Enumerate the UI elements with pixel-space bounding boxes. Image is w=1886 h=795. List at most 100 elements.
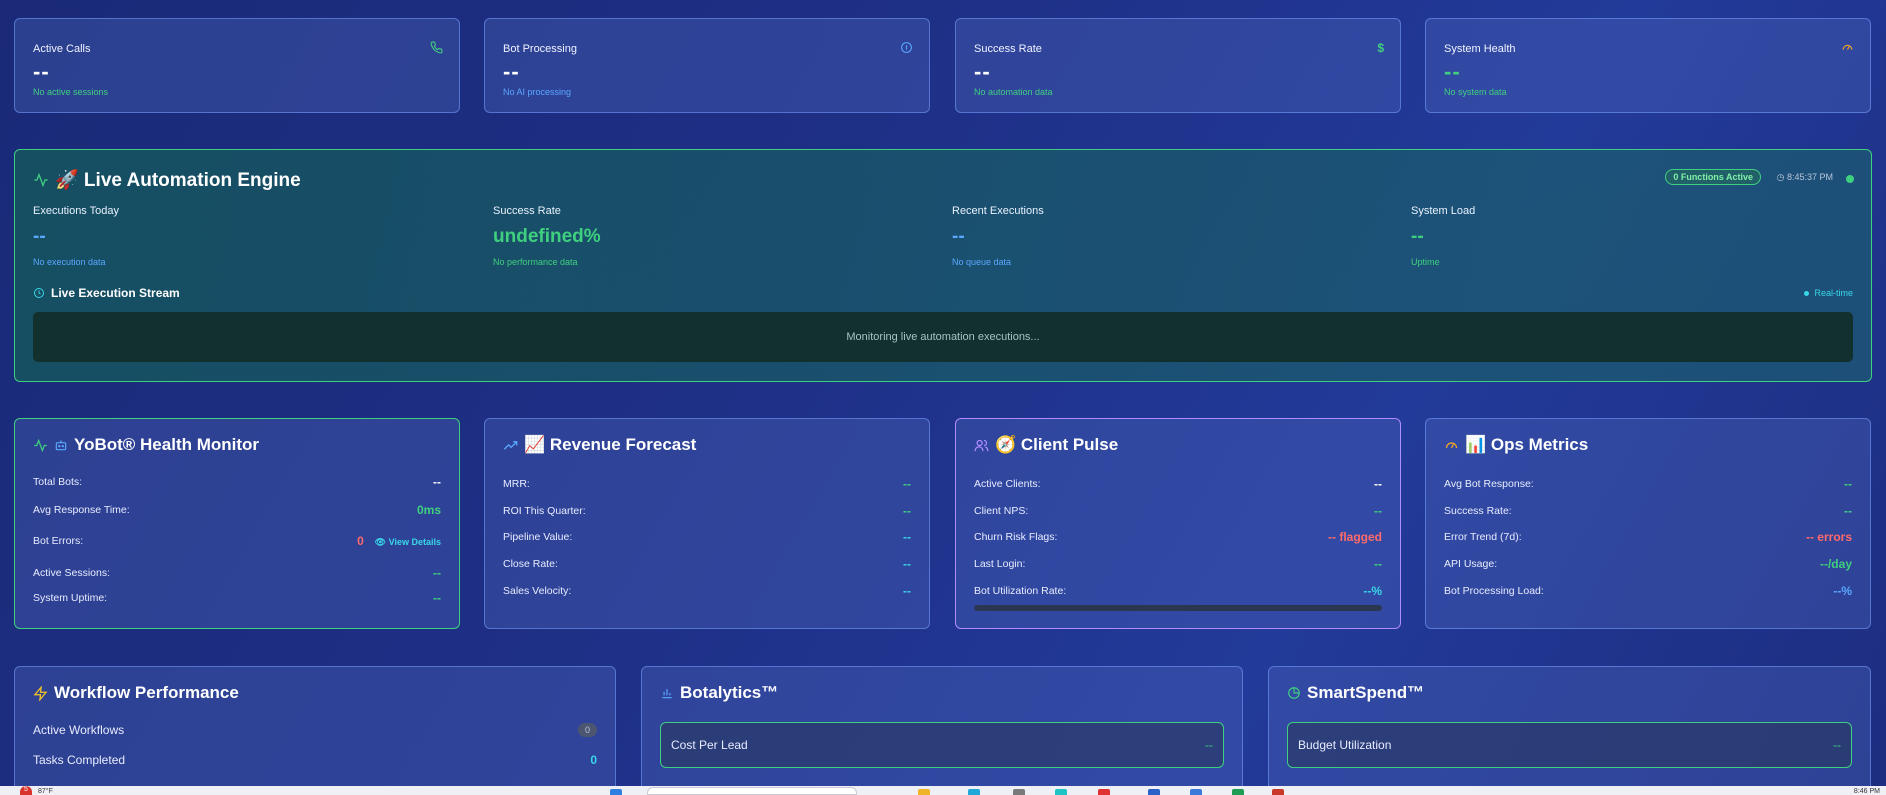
- windows-start-icon[interactable]: [610, 789, 622, 795]
- activity-icon: [33, 438, 48, 453]
- row-value: --%: [1833, 584, 1852, 598]
- stat-sub: No system data: [1444, 87, 1507, 97]
- taskbar-app-icon[interactable]: [1098, 789, 1110, 795]
- taskbar-app-icon[interactable]: [1013, 789, 1025, 795]
- metric-sub: No performance data: [493, 257, 578, 267]
- health-row-system-uptime: System Uptime: --: [33, 591, 441, 605]
- box-label: Cost Per Lead: [671, 738, 748, 752]
- ops-row-api-usage: API Usage: --/day: [1444, 557, 1852, 571]
- dollar-icon: $: [1377, 41, 1384, 55]
- health-title: YoBot® Health Monitor: [74, 435, 260, 454]
- info-icon: [900, 41, 913, 54]
- live-status-dot: [1846, 175, 1854, 183]
- row-value: --: [433, 566, 441, 580]
- activity-icon: [33, 172, 49, 188]
- ops-title: 📊 Ops Metrics: [1465, 435, 1589, 454]
- row-value: --: [433, 591, 441, 605]
- bar-chart-icon: [660, 686, 674, 700]
- engine-title: 🚀 Live Automation Engine: [55, 170, 301, 191]
- stat-label: Success Rate: [974, 43, 1042, 55]
- stat-card-system-health: System Health -- No system data: [1425, 18, 1871, 113]
- ops-row-error-trend: Error Trend (7d): -- errors: [1444, 530, 1852, 544]
- health-title-wrap: YoBot® Health Monitor: [33, 435, 259, 455]
- row-label: Pipeline Value:: [503, 531, 573, 543]
- row-label: Churn Risk Flags:: [974, 531, 1058, 543]
- box-value: --: [1833, 738, 1841, 752]
- notification-badge[interactable]: 5: [20, 786, 32, 795]
- stat-sub: No active sessions: [33, 87, 109, 97]
- taskbar-clock[interactable]: 8:46 PM: [1854, 788, 1880, 795]
- row-value: 0: [590, 753, 597, 767]
- revenue-row-close-rate: Close Rate: --: [503, 557, 911, 571]
- metric-label: Recent Executions: [952, 205, 1044, 217]
- taskbar-app-icon[interactable]: [1190, 789, 1202, 795]
- botalytics-title: Botalytics™: [680, 683, 779, 702]
- row-label: Client NPS:: [974, 505, 1029, 517]
- health-row-total-bots: Total Bots: --: [33, 475, 441, 489]
- revenue-row-mrr: MRR: --: [503, 477, 911, 491]
- taskbar-app-icon[interactable]: [1232, 789, 1244, 795]
- smartspend-title-wrap: SmartSpend™: [1287, 683, 1424, 703]
- row-label: Avg Bot Response:: [1444, 478, 1534, 490]
- taskbar-app-icon[interactable]: [918, 789, 930, 795]
- client-row-last-login: Last Login: --: [974, 557, 1382, 571]
- metric-recent-executions: Recent Executions -- No queue data: [952, 205, 1044, 267]
- revenue-row-roi: ROI This Quarter: --: [503, 504, 911, 518]
- metric-system-load: System Load -- Uptime: [1411, 205, 1475, 267]
- ops-row-success-rate: Success Rate: --: [1444, 504, 1852, 518]
- workflow-title-wrap: Workflow Performance: [33, 683, 239, 703]
- clock-icon: [33, 287, 45, 299]
- ops-row-avg-response: Avg Bot Response: --: [1444, 477, 1852, 491]
- health-row-active-sessions: Active Sessions: --: [33, 566, 441, 580]
- metric-value: --: [33, 226, 46, 247]
- metric-label: Executions Today: [33, 205, 120, 217]
- metric-sub: No queue data: [952, 257, 1012, 267]
- realtime-label: Real-time: [1814, 288, 1853, 298]
- realtime-indicator: Real-time: [1804, 288, 1853, 298]
- row-value: --: [903, 504, 911, 518]
- row-label: Total Bots:: [33, 476, 83, 488]
- row-value: -- errors: [1805, 530, 1852, 544]
- taskbar-app-icon[interactable]: [1272, 789, 1284, 795]
- row-value: 0: [357, 534, 364, 548]
- gauge-icon: [1444, 438, 1459, 453]
- realtime-dot: [1804, 290, 1810, 296]
- row-label: Success Rate:: [1444, 505, 1512, 517]
- row-value: --: [1374, 557, 1382, 571]
- gauge-icon: [1841, 41, 1854, 54]
- bot-icon: [54, 438, 68, 452]
- metric-sub: No execution data: [33, 257, 106, 267]
- metric-value: --: [1411, 226, 1424, 247]
- row-value: --: [903, 477, 911, 491]
- workflow-row-tasks: Tasks Completed 0: [33, 753, 597, 767]
- row-label: MRR:: [503, 478, 530, 490]
- client-row-bot-utilization: Bot Utilization Rate: --%: [974, 584, 1382, 598]
- taskbar-app-icon[interactable]: [1148, 789, 1160, 795]
- taskbar-app-icon[interactable]: [1055, 789, 1067, 795]
- functions-active-badge: 0 Functions Active: [1665, 169, 1761, 185]
- users-icon: [974, 438, 989, 453]
- active-workflows-badge: 0: [577, 723, 597, 737]
- row-label: Bot Processing Load:: [1444, 585, 1544, 597]
- row-label: Tasks Completed: [33, 753, 126, 767]
- stream-title-wrap: Live Execution Stream: [33, 286, 180, 300]
- row-label: Sales Velocity:: [503, 585, 572, 597]
- stat-card-active-calls: Active Calls -- No active sessions: [14, 18, 460, 113]
- ops-row-processing-load: Bot Processing Load: --%: [1444, 584, 1852, 598]
- stat-value: --: [1444, 59, 1461, 84]
- ops-metrics-card: 📊 Ops Metrics Avg Bot Response: -- Succe…: [1425, 418, 1871, 629]
- client-row-active-clients: Active Clients: --: [974, 477, 1382, 491]
- metric-executions-today: Executions Today -- No execution data: [33, 205, 119, 267]
- taskbar-search[interactable]: [647, 787, 857, 795]
- revenue-row-sales-velocity: Sales Velocity: --: [503, 584, 911, 598]
- health-row-avg-response: Avg Response Time: 0ms: [33, 503, 441, 517]
- live-automation-engine: 🚀 Live Automation Engine 0 Functions Act…: [14, 149, 1872, 382]
- stat-sub: No automation data: [974, 87, 1053, 97]
- view-details-link[interactable]: 👁 View Details: [375, 537, 441, 547]
- row-label: Error Trend (7d):: [1444, 531, 1522, 543]
- taskbar-app-icon[interactable]: [968, 789, 980, 795]
- row-label: Avg Response Time:: [33, 504, 130, 516]
- weather-text[interactable]: 87°F: [38, 788, 53, 795]
- metric-value: --: [952, 226, 965, 247]
- stat-card-bot-processing: Bot Processing -- No AI processing: [484, 18, 930, 113]
